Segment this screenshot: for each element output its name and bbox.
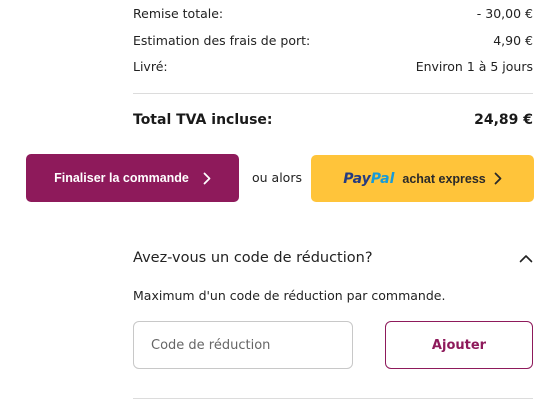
checkout-button[interactable]: Finaliser la commande <box>26 154 239 202</box>
discount-code-toggle[interactable]: Avez-vous un code de réduction? <box>133 246 533 270</box>
discount-row: Remise totale: - 30,00 € <box>133 6 533 21</box>
shipping-label: Estimation des frais de port: <box>133 33 311 48</box>
shipping-row: Estimation des frais de port: 4,90 € <box>133 33 533 48</box>
summary-divider <box>133 93 533 94</box>
total-value: 24,89 € <box>474 112 533 128</box>
discount-value: - 30,00 € <box>476 6 533 21</box>
delivery-value: Environ 1 à 5 jours <box>415 59 533 74</box>
delivery-row: Livré: Environ 1 à 5 jours <box>133 59 533 74</box>
delivery-label: Livré: <box>133 59 168 74</box>
shipping-value: 4,90 € <box>493 33 533 48</box>
checkout-button-label: Finaliser la commande <box>54 171 189 185</box>
total-label: Total TVA incluse: <box>133 112 273 128</box>
chevron-up-icon[interactable] <box>519 254 533 263</box>
discount-code-title: Avez-vous un code de réduction? <box>133 250 373 266</box>
paypal-express-button[interactable]: PayPal achat express <box>311 155 534 202</box>
paypal-logo: PayPal <box>343 170 395 187</box>
or-separator: ou alors <box>252 170 302 185</box>
chevron-right-icon <box>494 172 502 185</box>
paypal-button-label: achat express <box>402 171 486 186</box>
apply-discount-button[interactable]: Ajouter <box>385 321 533 369</box>
chevron-right-icon <box>203 172 211 185</box>
discount-label: Remise totale: <box>133 6 224 21</box>
discount-code-input[interactable] <box>133 321 353 369</box>
bottom-divider <box>133 398 533 399</box>
total-row: Total TVA incluse: 24,89 € <box>133 112 533 128</box>
discount-code-note: Maximum d'un code de réduction par comma… <box>133 288 446 303</box>
cart-summary-panel: Remise totale: - 30,00 € Estimation des … <box>0 0 559 402</box>
